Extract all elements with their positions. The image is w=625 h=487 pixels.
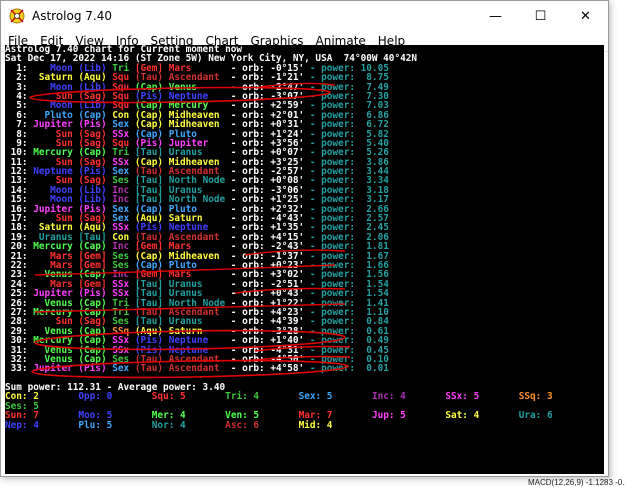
aspect-count-value: 3	[541, 391, 593, 403]
aspect-sign-1: (Pis)	[72, 363, 107, 375]
planet-count-label: Mid:	[298, 419, 322, 431]
aspect-count-value: 4	[394, 391, 446, 403]
aspect-count-value: 5	[174, 391, 226, 403]
aspect-index: 33:	[5, 363, 28, 375]
planet-count-value: 4	[467, 410, 519, 422]
aspect-planet-1: Jupiter	[27, 363, 73, 375]
planet-count-label: Sat:	[445, 410, 468, 422]
aspect-count-label: SSx:	[445, 391, 468, 403]
aspect-count-label: Inc:	[371, 391, 395, 403]
close-button[interactable]: ✕	[563, 1, 608, 31]
planet-count-label: Ura:	[518, 410, 542, 422]
aspect-count-summary: Con: 2 Opp: 0 Squ: 5 Tri: 4 Sex: 5 Inc: …	[5, 392, 604, 411]
aspect-count-label: Opp:	[78, 391, 101, 403]
orb-label: - orb:	[225, 363, 271, 375]
astrolog-window: Astrolog 7.40 — ☐ ✕ File Edit View Info …	[0, 0, 609, 477]
planet-count-value: 4	[27, 419, 79, 431]
title-bar[interactable]: Astrolog 7.40 — ☐ ✕	[1, 1, 608, 31]
aspect-count-label: Squ:	[151, 391, 175, 403]
aspect-type: Sex	[106, 363, 130, 375]
planet-count-value: 6	[247, 419, 299, 431]
background-macd-text: MACD(12,26,9) -1.1283 -0.8374	[528, 478, 625, 487]
planet-count-label: Nor:	[151, 419, 175, 431]
aspect-count-value: 5	[321, 391, 372, 403]
aspect-count-label: Tri:	[225, 391, 248, 403]
minimize-button[interactable]: —	[473, 1, 518, 31]
aspect-count-value: 5	[467, 391, 519, 403]
planet-count-value: 5	[394, 410, 446, 422]
aspect-row: 33: Jupiter (Pis) Sex (Tau) Ascendant - …	[5, 364, 604, 373]
astrolog-app-icon	[9, 8, 25, 24]
planet-count-value: 4	[321, 419, 372, 431]
background-desktop	[609, 0, 625, 487]
power-value: 0.01	[360, 363, 389, 375]
planet-count-label: Jup:	[371, 410, 395, 422]
planet-count-value: 5	[100, 419, 152, 431]
planet-count-summary-2: Nep: 4 Plu: 5 Nor: 4 Asc: 6 Mid: 4	[5, 419, 604, 431]
planet-count-value: 6	[541, 410, 593, 422]
window-title: Astrolog 7.40	[32, 9, 113, 23]
aspect-planet-2: Ascendant	[163, 363, 226, 375]
aspect-count-label: Sex:	[298, 391, 322, 403]
power-label: - power:	[304, 363, 361, 375]
orb-value: +4°58'	[270, 363, 305, 375]
aspect-grid: 1: Moon (Lib) Tri [Gem] Mars - orb: -0°1…	[5, 64, 604, 374]
aspect-count-label: SSq:	[518, 391, 542, 403]
planet-count-label: Plu:	[78, 419, 101, 431]
planet-count-value: 4	[174, 419, 226, 431]
chart-text-output[interactable]: Astrolog 7.40 chart for Current moment n…	[5, 45, 604, 474]
aspect-sign-2: (Tau)	[129, 363, 164, 375]
aspect-count-value: 4	[247, 391, 299, 403]
aspect-count-value: 0	[100, 391, 152, 403]
planet-count-label: Asc:	[225, 419, 248, 431]
planet-count-label: Nep:	[5, 419, 28, 431]
window-controls: — ☐ ✕	[473, 1, 608, 31]
maximize-button[interactable]: ☐	[518, 1, 563, 31]
aspect-count-line-1: Con: 2 Opp: 0 Squ: 5 Tri: 4 Sex: 5 Inc: …	[5, 392, 604, 401]
